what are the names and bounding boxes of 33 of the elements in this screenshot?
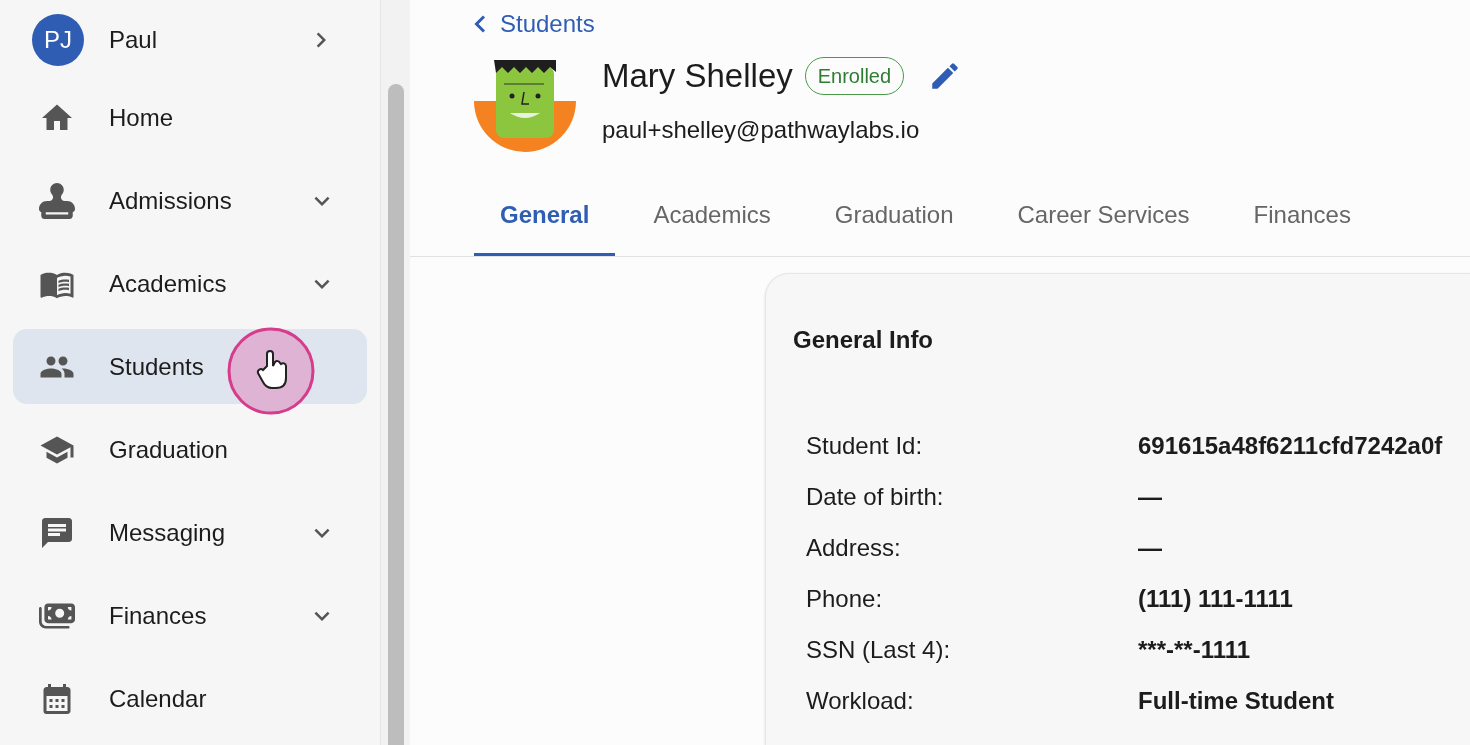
field-value: — bbox=[1138, 482, 1163, 512]
tab[interactable]: Finances bbox=[1227, 186, 1377, 256]
tab[interactable]: Graduation bbox=[808, 186, 980, 256]
nav-item[interactable]: Finances bbox=[13, 578, 367, 653]
user-name: Paul bbox=[109, 25, 159, 55]
field-label: Address: bbox=[806, 533, 902, 563]
field-value: (111) 111-1111 bbox=[1138, 584, 1294, 614]
tab[interactable]: Academics bbox=[627, 186, 797, 256]
tab[interactable]: General bbox=[474, 186, 616, 256]
nav-item[interactable]: Home bbox=[13, 80, 367, 155]
user-avatar[interactable]: PJ bbox=[32, 14, 84, 66]
field-label: Phone: bbox=[806, 584, 884, 614]
nav-item[interactable]: Messaging bbox=[13, 495, 367, 570]
stamp-icon bbox=[39, 182, 75, 219]
field-label: Date of birth: bbox=[806, 482, 945, 512]
back-link[interactable]: Students bbox=[474, 6, 595, 42]
field-label: SSN (Last 4): bbox=[806, 635, 952, 665]
nav-item[interactable]: Calendar bbox=[13, 661, 367, 736]
field-label: Workload: bbox=[806, 686, 915, 716]
nav-item[interactable]: Admissions bbox=[13, 163, 367, 238]
field-value: Full-time Student bbox=[1138, 686, 1335, 716]
student-email: paul+shelley@pathwaylabs.io bbox=[602, 115, 921, 145]
field-value: — bbox=[1138, 533, 1163, 563]
scrollbar-thumb[interactable] bbox=[387, 84, 404, 745]
nav-item[interactable]: Academics bbox=[13, 246, 367, 321]
field-label: Student Id: bbox=[806, 431, 924, 461]
nav-item[interactable]: Graduation bbox=[13, 412, 367, 487]
tab[interactable]: Career Services bbox=[991, 186, 1216, 256]
field-value: 691615a48f6211cfd7242a0f bbox=[1138, 431, 1444, 461]
field-value: ***-**-1111 bbox=[1138, 635, 1252, 665]
card-title: General Info bbox=[793, 325, 935, 355]
student-name: Mary Shelley bbox=[602, 56, 793, 96]
chevron-left-icon bbox=[474, 15, 486, 33]
